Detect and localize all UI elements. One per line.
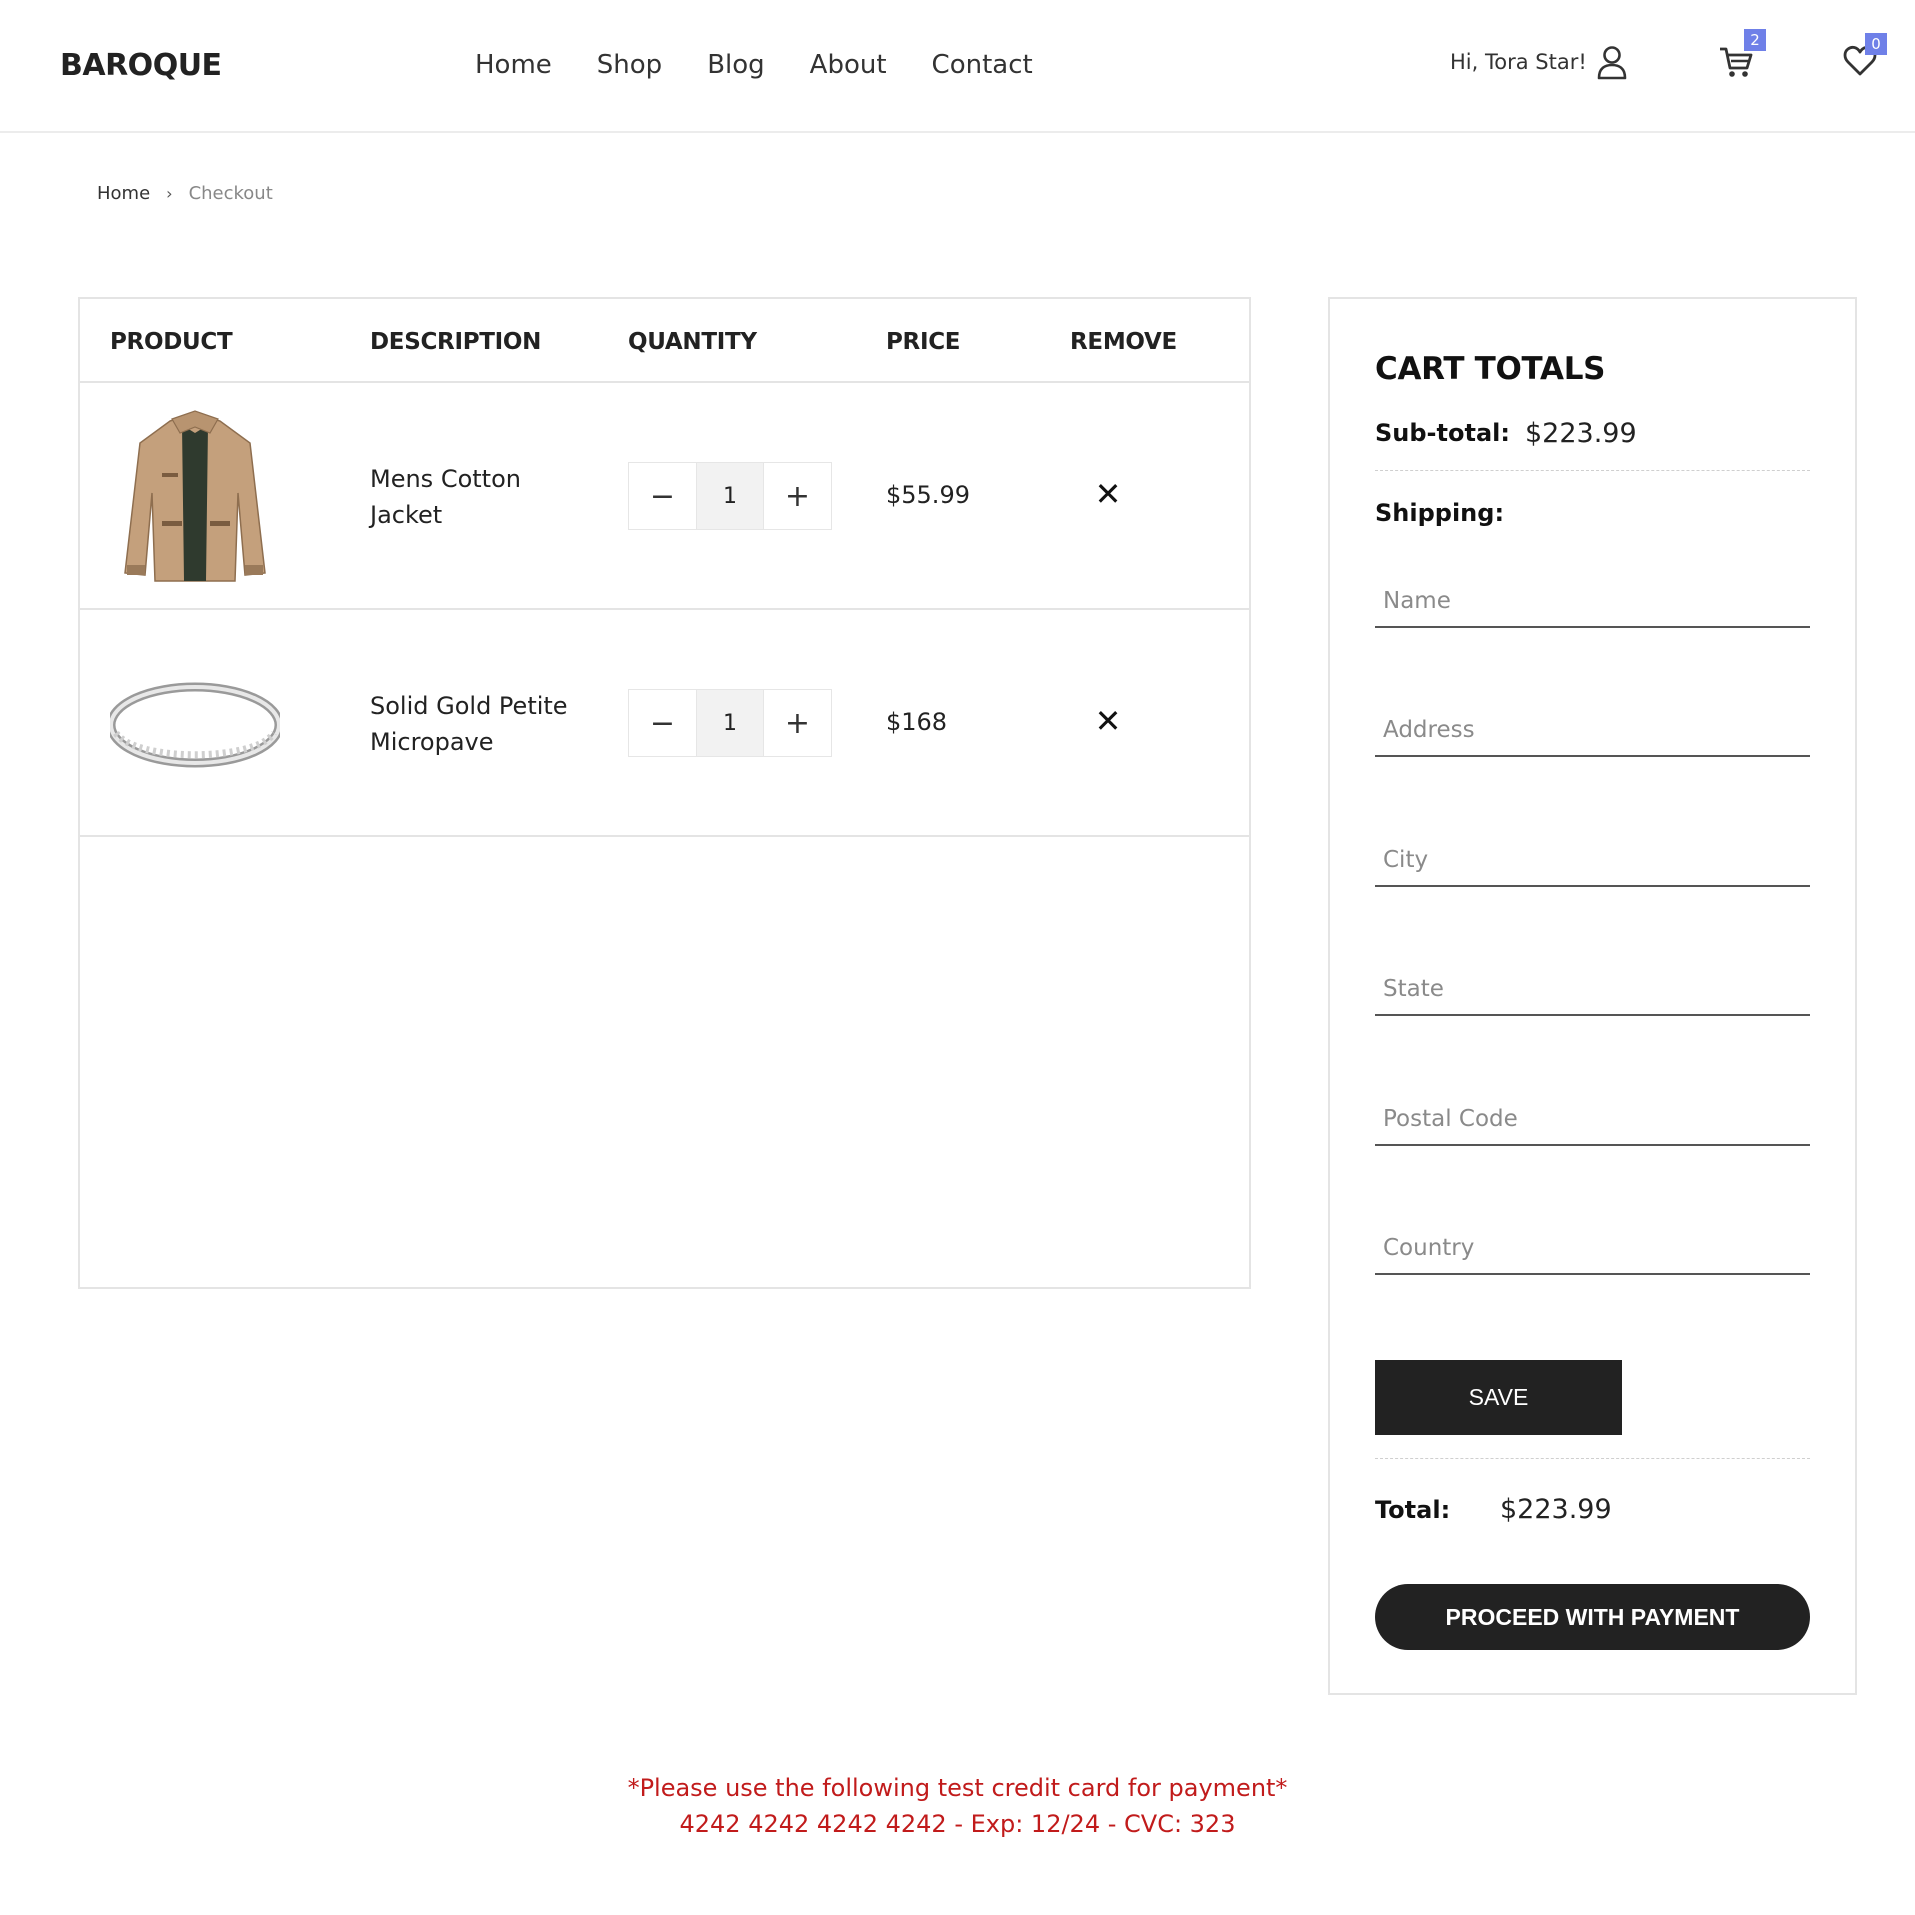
- brand-logo[interactable]: BAROQUE: [60, 48, 222, 83]
- shipping-label: Shipping:: [1375, 499, 1505, 527]
- subtotal-label: Sub-total:: [1375, 419, 1510, 447]
- jacket-image: [124, 410, 266, 582]
- product-price: $55.99: [886, 481, 970, 509]
- save-button[interactable]: SAVE: [1375, 1360, 1622, 1435]
- breadcrumb-current: Checkout: [188, 183, 273, 204]
- nav-blog[interactable]: Blog: [707, 50, 764, 80]
- nav-about[interactable]: About: [810, 50, 887, 80]
- product-description[interactable]: Mens Cotton Jacket: [370, 461, 590, 533]
- column-remove: REMOVE: [1070, 329, 1177, 355]
- decrease-quantity-button[interactable]: −: [629, 463, 696, 529]
- decrease-quantity-button[interactable]: −: [629, 690, 696, 756]
- cart-totals-panel: CART TOTALS Sub-total: $223.99 Shipping:…: [1328, 297, 1857, 1695]
- table-header: PRODUCT DESCRIPTION QUANTITY PRICE REMOV…: [80, 299, 1249, 383]
- table-row: Solid Gold Petite Micropave − 1 + $168 ✕: [80, 610, 1249, 837]
- breadcrumb-home[interactable]: Home: [97, 183, 150, 204]
- address-field[interactable]: [1375, 705, 1810, 757]
- test-card-details: 4242 4242 4242 4242 - Exp: 12/24 - CVC: …: [679, 1810, 1236, 1838]
- quantity-value[interactable]: 1: [696, 463, 764, 529]
- quantity-value[interactable]: 1: [696, 690, 764, 756]
- column-product: PRODUCT: [110, 329, 233, 355]
- remove-item-button[interactable]: ✕: [1093, 705, 1123, 737]
- user-icon[interactable]: [1596, 44, 1628, 80]
- chevron-right-icon: ›: [166, 184, 173, 203]
- cart-count-badge: 2: [1744, 29, 1766, 51]
- breadcrumb: Home › Checkout: [97, 183, 273, 204]
- remove-item-button[interactable]: ✕: [1093, 478, 1123, 510]
- cart-totals-title: CART TOTALS: [1375, 351, 1606, 387]
- column-description: DESCRIPTION: [370, 329, 542, 355]
- postal-code-field[interactable]: [1375, 1094, 1810, 1146]
- cart-table: PRODUCT DESCRIPTION QUANTITY PRICE REMOV…: [78, 297, 1251, 1289]
- increase-quantity-button[interactable]: +: [764, 463, 831, 529]
- ring-image: [110, 682, 280, 768]
- main-nav: Home Shop Blog About Contact: [475, 50, 1078, 80]
- state-field[interactable]: [1375, 964, 1810, 1016]
- wishlist-count-badge: 0: [1865, 33, 1887, 55]
- test-card-note-line1: *Please use the following test credit ca…: [627, 1774, 1288, 1802]
- table-row: Mens Cotton Jacket − 1 + $55.99 ✕: [80, 383, 1249, 610]
- nav-shop[interactable]: Shop: [597, 50, 662, 80]
- product-price: $168: [886, 708, 948, 736]
- increase-quantity-button[interactable]: +: [764, 690, 831, 756]
- city-field[interactable]: [1375, 835, 1810, 887]
- divider: [1375, 1458, 1810, 1459]
- column-price: PRICE: [886, 329, 961, 355]
- subtotal-value: $223.99: [1525, 418, 1637, 449]
- product-description[interactable]: Solid Gold Petite Micropave: [370, 688, 590, 760]
- quantity-stepper: − 1 +: [628, 689, 832, 757]
- user-greeting: Hi, Tora Star!: [1450, 50, 1587, 74]
- test-card-note: *Please use the following test credit ca…: [0, 1770, 1915, 1842]
- divider: [1375, 470, 1810, 471]
- total-label: Total:: [1375, 1496, 1451, 1524]
- total-value: $223.99: [1500, 1494, 1612, 1525]
- proceed-with-payment-button[interactable]: PROCEED WITH PAYMENT: [1375, 1584, 1810, 1650]
- column-quantity: QUANTITY: [628, 329, 757, 355]
- country-field[interactable]: [1375, 1223, 1810, 1275]
- nav-home[interactable]: Home: [475, 50, 552, 80]
- quantity-stepper: − 1 +: [628, 462, 832, 530]
- name-field[interactable]: [1375, 576, 1810, 628]
- site-header: BAROQUE Home Shop Blog About Contact Hi,…: [0, 0, 1915, 133]
- nav-contact[interactable]: Contact: [932, 50, 1033, 80]
